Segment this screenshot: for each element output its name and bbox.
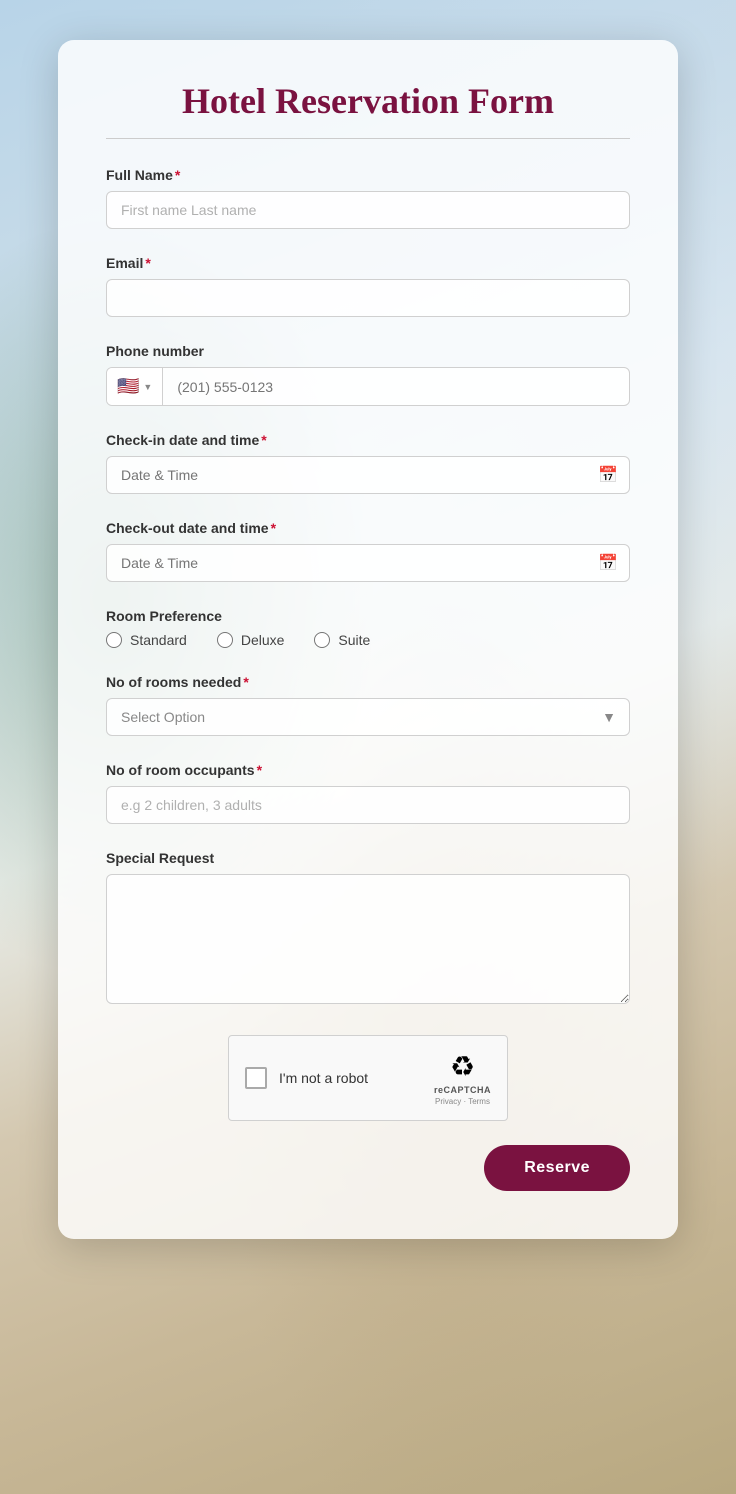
checkout-input[interactable]: [106, 544, 630, 582]
title-divider: [106, 138, 630, 139]
checkin-group: Check-in date and time* 📅: [106, 432, 630, 494]
checkin-label: Check-in date and time*: [106, 432, 630, 448]
phone-wrapper: 🇺🇸 ▼: [106, 367, 630, 406]
room-preference-radio-group: Standard Deluxe Suite: [106, 632, 630, 648]
rooms-needed-select-wrapper: Select Option 1 2 3 4 5 ▼: [106, 698, 630, 736]
rooms-needed-label: No of rooms needed*: [106, 674, 630, 690]
recaptcha-left: I'm not a robot: [245, 1067, 368, 1089]
checkin-datetime-wrapper: 📅: [106, 456, 630, 494]
flag-emoji: 🇺🇸: [117, 376, 139, 397]
radio-suite[interactable]: Suite: [314, 632, 370, 648]
recaptcha-box: I'm not a robot ♻ reCAPTCHA Privacy · Te…: [228, 1035, 508, 1121]
room-preference-group: Room Preference Standard Deluxe Suite: [106, 608, 630, 648]
rooms-needed-group: No of rooms needed* Select Option 1 2 3 …: [106, 674, 630, 736]
occupants-group: No of room occupants*: [106, 762, 630, 824]
email-input[interactable]: [106, 279, 630, 317]
special-request-group: Special Request: [106, 850, 630, 1009]
checkout-group: Check-out date and time* 📅: [106, 520, 630, 582]
phone-input[interactable]: [163, 369, 629, 405]
radio-deluxe[interactable]: Deluxe: [217, 632, 285, 648]
rooms-needed-select[interactable]: Select Option 1 2 3 4 5: [106, 698, 630, 736]
checkin-input[interactable]: [106, 456, 630, 494]
radio-standard-label: Standard: [130, 632, 187, 648]
recaptcha-right: ♻ reCAPTCHA Privacy · Terms: [434, 1050, 491, 1106]
occupants-input[interactable]: [106, 786, 630, 824]
full-name-group: Full Name*: [106, 167, 630, 229]
phone-group: Phone number 🇺🇸 ▼: [106, 343, 630, 406]
form-footer: Reserve: [106, 1145, 630, 1191]
full-name-label: Full Name*: [106, 167, 630, 183]
special-request-label: Special Request: [106, 850, 630, 866]
radio-deluxe-label: Deluxe: [241, 632, 285, 648]
special-request-textarea[interactable]: [106, 874, 630, 1004]
room-preference-label: Room Preference: [106, 608, 630, 624]
recaptcha-checkbox[interactable]: [245, 1067, 267, 1089]
recaptcha-wrapper: I'm not a robot ♻ reCAPTCHA Privacy · Te…: [106, 1035, 630, 1121]
checkout-datetime-wrapper: 📅: [106, 544, 630, 582]
recaptcha-label: I'm not a robot: [279, 1070, 368, 1086]
radio-deluxe-input[interactable]: [217, 632, 233, 648]
phone-flag-button[interactable]: 🇺🇸 ▼: [107, 368, 163, 405]
recaptcha-brand: reCAPTCHA: [434, 1085, 491, 1095]
occupants-label: No of room occupants*: [106, 762, 630, 778]
radio-standard[interactable]: Standard: [106, 632, 187, 648]
radio-standard-input[interactable]: [106, 632, 122, 648]
full-name-input[interactable]: [106, 191, 630, 229]
flag-dropdown-arrow: ▼: [143, 382, 152, 392]
recaptcha-logo-icon: ♻: [450, 1050, 475, 1083]
checkout-label: Check-out date and time*: [106, 520, 630, 536]
form-title: Hotel Reservation Form: [106, 80, 630, 122]
email-label: Email*: [106, 255, 630, 271]
radio-suite-label: Suite: [338, 632, 370, 648]
page-wrapper: Hotel Reservation Form Full Name* Email*…: [0, 0, 736, 1299]
email-group: Email*: [106, 255, 630, 317]
recaptcha-links: Privacy · Terms: [435, 1097, 490, 1106]
form-card: Hotel Reservation Form Full Name* Email*…: [58, 40, 678, 1239]
phone-label: Phone number: [106, 343, 630, 359]
reserve-button[interactable]: Reserve: [484, 1145, 630, 1191]
radio-suite-input[interactable]: [314, 632, 330, 648]
